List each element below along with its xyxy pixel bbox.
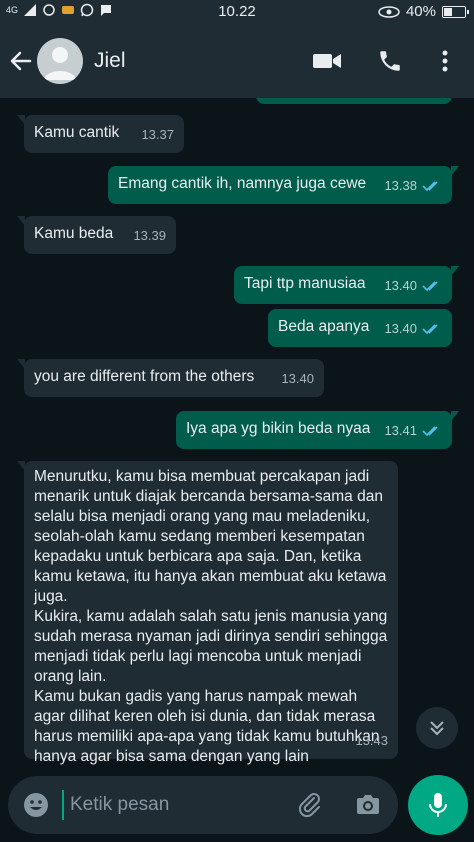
message-meta: 13.38 xyxy=(384,176,442,196)
message-bubble-partial[interactable] xyxy=(256,98,452,104)
message-bubble-incoming-long[interactable]: Menurutku, kamu bisa membuat percakapan … xyxy=(17,461,398,765)
message-meta: 13.40 xyxy=(281,369,314,389)
more-options-button[interactable] xyxy=(430,46,460,76)
message-time: 13.39 xyxy=(133,228,166,243)
message-bubble-outgoing[interactable]: Iya apa yg bikin beda nyaa 13.41 xyxy=(176,411,459,449)
double-chevron-down-icon xyxy=(430,721,444,736)
message-input[interactable] xyxy=(62,790,282,820)
message-meta: 13.40 xyxy=(384,276,442,296)
message-bubble-incoming[interactable]: Kamu cantik 13.37 xyxy=(17,115,184,153)
message-time: 13.40 xyxy=(281,371,314,386)
read-receipt-icon xyxy=(422,181,438,192)
chat-header: Jiel xyxy=(0,24,474,98)
message-bubble-outgoing[interactable]: Beda apanya 13.40 xyxy=(268,309,452,347)
voice-call-button[interactable] xyxy=(375,46,405,76)
message-meta: 13.41 xyxy=(384,421,442,441)
message-bubble-outgoing[interactable]: Tapi ttp manusiaa 13.40 xyxy=(234,266,459,304)
message-text: Iya apa yg bikin beda nyaa xyxy=(186,420,371,437)
read-receipt-icon xyxy=(422,426,438,437)
message-text: Kamu cantik xyxy=(34,124,120,141)
emoji-icon[interactable] xyxy=(22,791,50,819)
battery-icon xyxy=(442,5,469,18)
message-text: Kamu beda xyxy=(34,225,114,242)
back-arrow-icon[interactable] xyxy=(8,48,34,74)
message-meta: 13.43 xyxy=(355,731,388,751)
read-receipt-icon xyxy=(422,281,438,292)
message-meta: 13.39 xyxy=(133,226,166,246)
message-text: Beda apanya xyxy=(278,318,370,335)
phone-icon xyxy=(380,51,400,71)
avatar[interactable] xyxy=(37,38,83,84)
kebab-menu-icon xyxy=(442,50,448,72)
message-time: 13.37 xyxy=(141,127,174,142)
microphone-icon xyxy=(429,793,447,817)
status-bar: 4G 10.22 40% xyxy=(0,0,474,24)
paperclip-icon[interactable] xyxy=(296,791,324,819)
message-bubble-incoming[interactable]: you are different from the others 13.40 xyxy=(17,359,324,397)
message-text: Emang cantik ih, namnya juga cewe xyxy=(118,175,367,192)
scroll-to-bottom-button[interactable] xyxy=(416,707,458,749)
video-call-button[interactable] xyxy=(312,46,342,76)
video-camera-icon xyxy=(313,54,341,68)
camera-icon[interactable] xyxy=(354,791,382,819)
message-bubble-outgoing[interactable]: Emang cantik ih, namnya juga cewe 13.38 xyxy=(108,166,459,204)
voice-record-button[interactable] xyxy=(408,775,468,835)
message-list[interactable]: Kamu cantik 13.37 Emang cantik ih, namny… xyxy=(0,98,474,770)
message-time: 13.41 xyxy=(384,423,417,438)
message-text: Menurutku, kamu bisa membuat percakapan … xyxy=(34,468,388,765)
status-icons-right: 40% xyxy=(378,3,469,20)
eye-icon xyxy=(378,5,400,18)
message-time: 13.40 xyxy=(384,278,417,293)
message-meta: 13.37 xyxy=(141,125,174,145)
battery-percent: 40% xyxy=(405,3,436,20)
message-text: Tapi ttp manusiaa xyxy=(244,275,366,292)
read-receipt-icon xyxy=(422,324,438,335)
message-composer xyxy=(8,776,398,834)
message-time: 13.43 xyxy=(355,733,388,748)
message-meta: 13.40 xyxy=(384,319,442,339)
contact-name[interactable]: Jiel xyxy=(94,49,126,73)
message-bubble-incoming[interactable]: Kamu beda 13.39 xyxy=(17,216,176,254)
message-time: 13.38 xyxy=(384,178,417,193)
message-time: 13.40 xyxy=(384,321,417,336)
default-avatar-icon xyxy=(44,47,76,80)
message-text: you are different from the others xyxy=(34,368,255,385)
